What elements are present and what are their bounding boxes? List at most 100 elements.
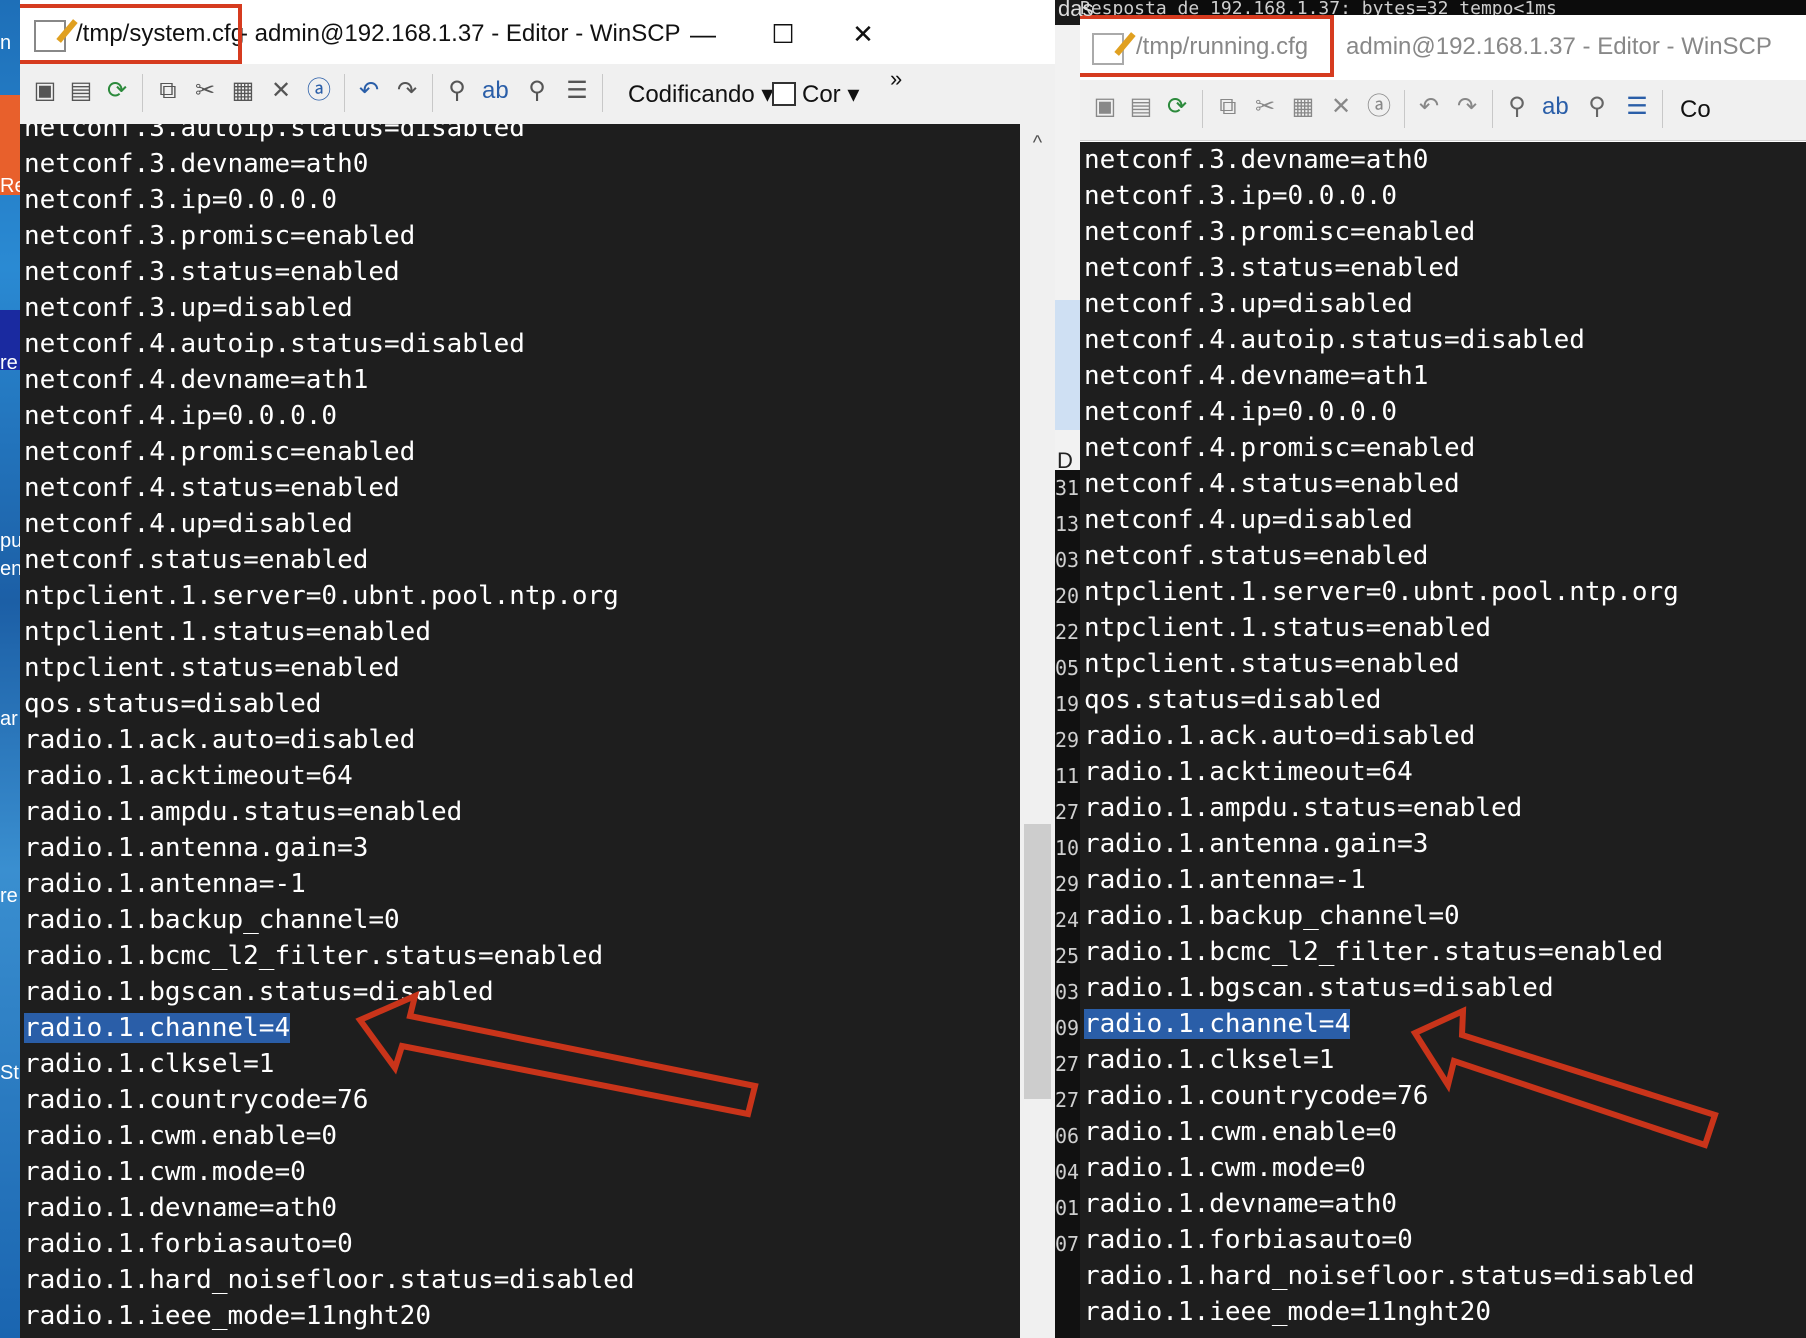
editor-line[interactable]: netconf.4.up=disabled — [24, 506, 634, 542]
editor-line[interactable]: netconf.status=enabled — [24, 542, 634, 578]
vertical-scrollbar[interactable]: ^ — [1020, 124, 1055, 1338]
editor-line[interactable]: netconf.4.up=disabled — [1084, 502, 1694, 538]
toolbar-overflow-button[interactable]: » — [890, 66, 902, 92]
editor-line[interactable]: netconf.3.ip=0.0.0.0 — [1084, 178, 1694, 214]
find-next-icon[interactable]: ⚲ — [1584, 94, 1610, 120]
color-checkbox[interactable] — [772, 82, 796, 106]
replace-icon[interactable]: ab — [482, 78, 509, 104]
cut-icon[interactable]: ✂ — [1252, 94, 1278, 120]
save-all-icon[interactable]: ▤ — [1128, 94, 1154, 120]
text-editor[interactable]: netconf.3.devname=ath0 netconf.3.ip=0.0.0… — [1080, 142, 1806, 1338]
minimize-button[interactable]: — — [683, 14, 723, 54]
editor-line[interactable]: radio.1.ampdu.status=enabled — [24, 794, 634, 830]
editor-line[interactable]: netconf.4.autoip.status=disabled — [1084, 322, 1694, 358]
editor-line[interactable]: ntpclient.1.server=0.ubnt.pool.ntp.org — [24, 578, 634, 614]
editor-line[interactable]: radio.1.devname=ath0 — [24, 1190, 634, 1226]
editor-line[interactable]: ntpclient.1.status=enabled — [1084, 610, 1694, 646]
editor-line[interactable]: netconf.4.ip=0.0.0.0 — [1084, 394, 1694, 430]
redo-icon[interactable]: ↷ — [1454, 94, 1480, 120]
editor-line[interactable]: netconf.status=enabled — [1084, 538, 1694, 574]
selected-line[interactable]: radio.1.channel=4 — [1084, 1006, 1694, 1042]
goto-line-icon[interactable]: ☰ — [1624, 94, 1650, 120]
editor-line[interactable]: netconf.3.up=disabled — [24, 290, 634, 326]
editor-line[interactable]: radio.1.ieee_mode=11nght20 — [1084, 1294, 1694, 1330]
editor-line[interactable]: radio.1.bgscan.status=disabled — [24, 974, 634, 1010]
editor-line[interactable]: netconf.3.status=enabled — [24, 254, 634, 290]
editor-line[interactable]: radio.1.cwm.enable=0 — [24, 1118, 634, 1154]
editor-line[interactable]: radio.1.antenna=-1 — [24, 866, 634, 902]
save-icon[interactable]: ▣ — [32, 78, 58, 104]
reload-icon[interactable]: ⟳ — [1164, 94, 1190, 120]
editor-line[interactable]: radio.1.ack.auto=disabled — [1084, 718, 1694, 754]
copy-icon[interactable]: ⧉ — [155, 78, 181, 104]
editor-line[interactable]: netconf.4.status=enabled — [1084, 466, 1694, 502]
editor-line[interactable]: radio.1.antenna.gain=3 — [1084, 826, 1694, 862]
encoding-dropdown[interactable]: Codificando ▾ — [628, 80, 773, 109]
editor-line[interactable]: netconf.4.autoip.status=disabled — [24, 326, 634, 362]
editor-line[interactable]: radio.1.cwm.mode=0 — [1084, 1150, 1694, 1186]
editor-line[interactable]: radio.1.forbiasauto=0 — [24, 1226, 634, 1262]
editor-line[interactable]: ntpclient.1.server=0.ubnt.pool.ntp.org — [1084, 574, 1694, 610]
editor-line[interactable]: radio.1.bcmc_l2_filter.status=enabled — [24, 938, 634, 974]
editor-line[interactable]: ntpclient.1.status=enabled — [24, 614, 634, 650]
editor-line[interactable]: radio.1.backup_channel=0 — [1084, 898, 1694, 934]
replace-icon[interactable]: ab — [1542, 94, 1569, 120]
paste-icon[interactable]: ▦ — [1290, 94, 1316, 120]
editor-line[interactable]: radio.1.antenna=-1 — [1084, 862, 1694, 898]
find-next-icon[interactable]: ⚲ — [524, 78, 550, 104]
editor-line[interactable]: ntpclient.status=enabled — [24, 650, 634, 686]
editor-line[interactable]: qos.status=disabled — [24, 686, 634, 722]
undo-icon[interactable]: ↶ — [356, 78, 382, 104]
editor-line[interactable]: netconf.3.autoip.status=disabled — [24, 124, 634, 146]
editor-line[interactable]: netconf.3.status=enabled — [1084, 250, 1694, 286]
editor-line[interactable]: netconf.3.promisc=enabled — [1084, 214, 1694, 250]
delete-icon[interactable]: ✕ — [1328, 94, 1354, 120]
find-icon[interactable]: ⚲ — [1504, 94, 1530, 120]
paste-icon[interactable]: ▦ — [230, 78, 256, 104]
editor-line[interactable]: radio.1.bgscan.status=disabled — [1084, 970, 1694, 1006]
editor-line[interactable]: radio.1.cwm.enable=0 — [1084, 1114, 1694, 1150]
editor-line[interactable]: radio.1.clksel=1 — [1084, 1042, 1694, 1078]
editor-line[interactable]: netconf.4.promisc=enabled — [1084, 430, 1694, 466]
save-icon[interactable]: ▣ — [1092, 94, 1118, 120]
editor-line[interactable]: radio.1.antenna.gain=3 — [24, 830, 634, 866]
editor-line[interactable]: radio.1.ack.auto=disabled — [24, 722, 634, 758]
editor-line[interactable]: radio.1.hard_noisefloor.status=disabled — [1084, 1258, 1694, 1294]
editor-line[interactable]: netconf.3.devname=ath0 — [24, 146, 634, 182]
editor-line[interactable]: radio.1.ieee_mode=11nght20 — [24, 1298, 634, 1334]
maximize-button[interactable]: ☐ — [763, 14, 803, 54]
redo-icon[interactable]: ↷ — [394, 78, 420, 104]
editor-line[interactable]: radio.1.mode=master — [24, 1334, 634, 1338]
editor-line[interactable]: radio.1.clksel=1 — [24, 1046, 634, 1082]
editor-line[interactable]: radio.1.acktimeout=64 — [24, 758, 634, 794]
editor-line[interactable]: radio.1.hard_noisefloor.status=disabled — [24, 1262, 634, 1298]
text-editor[interactable]: netconf.3.autoip.status=disabled netconf.… — [20, 124, 1020, 1338]
close-button[interactable]: ✕ — [843, 14, 883, 54]
select-all-icon[interactable]: ⓐ — [306, 78, 332, 104]
editor-line[interactable]: qos.status=disabled — [1084, 682, 1694, 718]
goto-line-icon[interactable]: ☰ — [564, 78, 590, 104]
editor-line[interactable]: radio.1.bcmc_l2_filter.status=enabled — [1084, 934, 1694, 970]
editor-line[interactable]: netconf.3.ip=0.0.0.0 — [24, 182, 634, 218]
scroll-up-icon[interactable]: ^ — [1020, 132, 1055, 155]
editor-line[interactable]: netconf.3.devname=ath0 — [1084, 142, 1694, 178]
undo-icon[interactable]: ↶ — [1416, 94, 1442, 120]
find-icon[interactable]: ⚲ — [444, 78, 470, 104]
editor-line[interactable]: netconf.4.devname=ath1 — [24, 362, 634, 398]
color-dropdown[interactable]: Cor ▾ — [802, 80, 859, 109]
editor-line[interactable]: netconf.4.promisc=enabled — [24, 434, 634, 470]
editor-line[interactable]: netconf.4.devname=ath1 — [1084, 358, 1694, 394]
editor-line[interactable]: radio.1.cwm.mode=0 — [24, 1154, 634, 1190]
editor-line[interactable]: radio.1.forbiasauto=0 — [1084, 1222, 1694, 1258]
editor-line[interactable]: netconf.4.status=enabled — [24, 470, 634, 506]
editor-line[interactable]: netconf.4.ip=0.0.0.0 — [24, 398, 634, 434]
selected-line[interactable]: radio.1.channel=4 — [24, 1010, 634, 1046]
scrollbar-thumb[interactable] — [1024, 824, 1051, 1099]
editor-line[interactable]: radio.1.acktimeout=64 — [1084, 754, 1694, 790]
editor-line[interactable]: netconf.3.promisc=enabled — [24, 218, 634, 254]
reload-icon[interactable]: ⟳ — [104, 78, 130, 104]
encoding-dropdown[interactable]: Co — [1680, 96, 1711, 124]
editor-line[interactable]: radio.1.countrycode=76 — [1084, 1078, 1694, 1114]
cut-icon[interactable]: ✂ — [192, 78, 218, 104]
copy-icon[interactable]: ⧉ — [1215, 94, 1241, 120]
